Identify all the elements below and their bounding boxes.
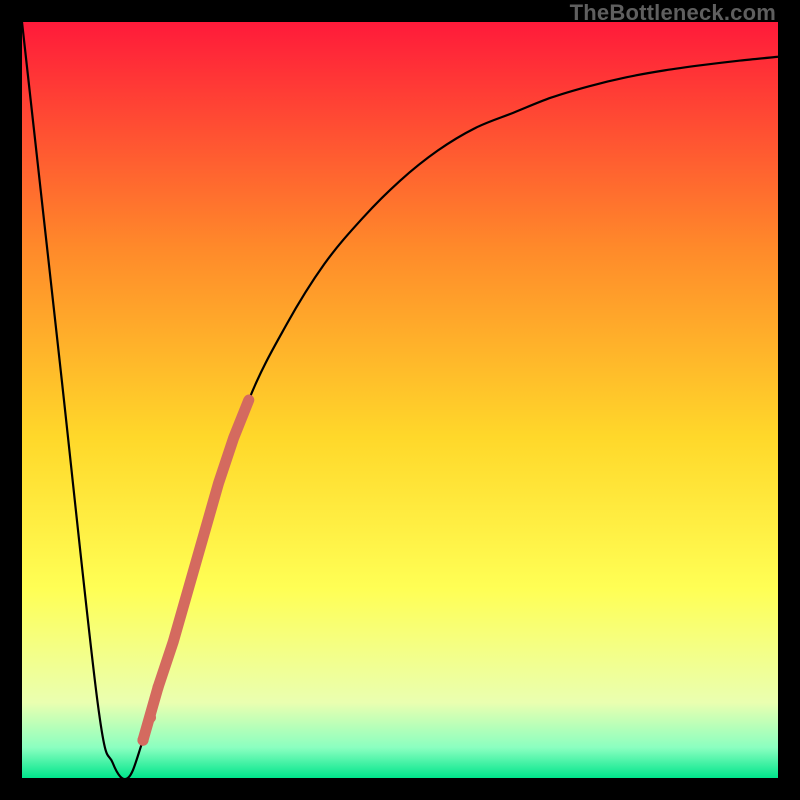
chart-svg (22, 22, 778, 778)
watermark-text: TheBottleneck.com (570, 0, 776, 26)
plot-area (22, 22, 778, 778)
bottleneck-curve (22, 22, 778, 778)
marker-dot (137, 735, 148, 746)
marker-dot (153, 682, 164, 693)
marker-dot (145, 712, 156, 723)
chart-stage: TheBottleneck.com (0, 0, 800, 800)
dots-near-min (137, 682, 163, 746)
